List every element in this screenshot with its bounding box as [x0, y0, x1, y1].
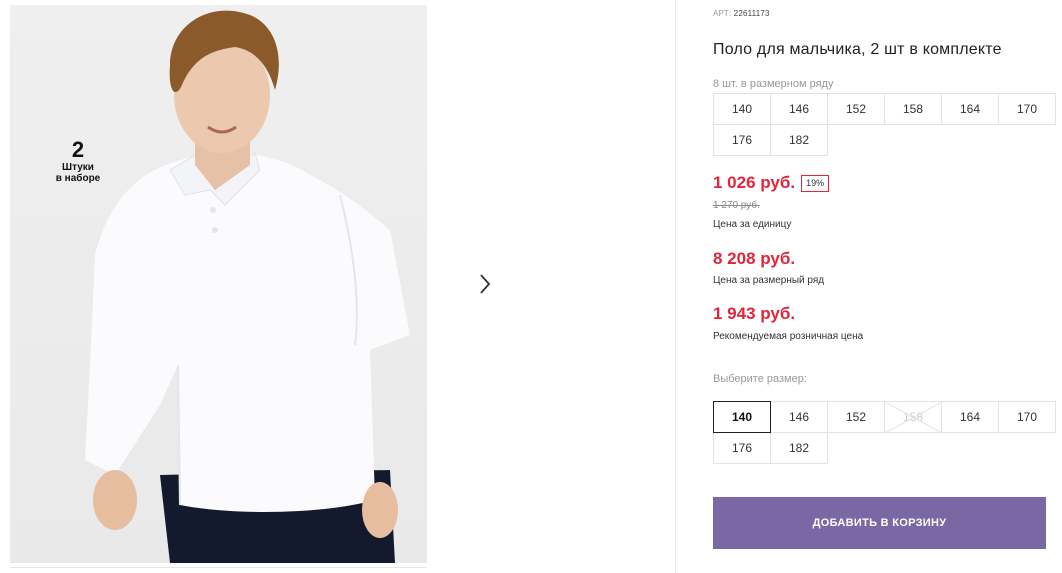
unit-price-label: Цена за единицу — [713, 219, 792, 230]
pieces-label-line1: Штуки — [62, 162, 94, 173]
size-selector-grid: 140 146 152 158 164 170 176 182 — [713, 401, 1056, 464]
size-option-152[interactable]: 152 — [827, 401, 885, 433]
pieces-count: 2 — [71, 137, 85, 162]
old-price: 1 270 руб. — [713, 200, 760, 211]
unit-price-row: 1 026 руб. 19% — [713, 173, 830, 193]
size-option-158: 158 — [884, 401, 942, 433]
boy-in-white-polo-image — [85, 10, 410, 563]
range-price-label: Цена за размерный ряд — [713, 275, 825, 286]
size-option-164[interactable]: 164 — [941, 401, 999, 433]
size-option-140[interactable]: 140 — [713, 401, 771, 433]
size-option-146[interactable]: 146 — [770, 401, 828, 433]
size-option-182[interactable]: 182 — [770, 432, 828, 464]
article-label: АРТ: — [713, 9, 732, 18]
range-size-164: 164 — [941, 93, 999, 125]
pieces-label-line2: в наборе — [55, 173, 101, 184]
chevron-right-icon — [480, 274, 491, 294]
choose-size-label: Выберите размер: — [713, 373, 807, 385]
size-option-176[interactable]: 176 — [713, 432, 771, 464]
product-page: 2 Штуки в наборе АРТ: 22611173 Поло для … — [0, 0, 1062, 573]
size-option-170[interactable]: 170 — [998, 401, 1056, 433]
next-image-button[interactable] — [459, 258, 511, 310]
discount-badge: 19% — [801, 174, 830, 192]
unavailable-cross-icon — [885, 402, 942, 433]
retail-price-label: Рекомендуемая розничная цена — [713, 331, 864, 342]
article-number: АРТ: 22611173 — [713, 9, 770, 18]
size-range-label: 8 шт. в размерном ряду — [713, 78, 834, 90]
size-option-label: 182 — [788, 441, 810, 455]
add-to-cart-button[interactable]: ДОБАВИТЬ В КОРЗИНУ — [713, 497, 1046, 549]
product-title: Поло для мальчика, 2 шт в комплекте — [713, 41, 1002, 58]
size-option-label: 140 — [731, 410, 753, 424]
size-option-label: 170 — [1016, 410, 1038, 424]
range-size-152: 152 — [827, 93, 885, 125]
range-price: 8 208 руб. — [713, 249, 796, 268]
size-range-grid: 140 146 152 158 164 170 176 182 — [713, 93, 1056, 156]
size-option-label: 152 — [845, 410, 867, 424]
size-option-label: 164 — [959, 410, 981, 424]
range-size-176: 176 — [713, 124, 771, 156]
range-size-170: 170 — [998, 93, 1056, 125]
article-value: 22611173 — [733, 9, 770, 18]
retail-price: 1 943 руб. — [713, 304, 796, 323]
range-size-146: 146 — [770, 93, 828, 125]
range-size-140: 140 — [713, 93, 771, 125]
range-size-182: 182 — [770, 124, 828, 156]
range-size-158: 158 — [884, 93, 942, 125]
product-photo[interactable] — [10, 5, 427, 563]
pieces-in-set-badge: 2 Штуки в наборе — [44, 137, 112, 185]
size-option-label: 176 — [731, 441, 753, 455]
product-gallery: 2 Штуки в наборе — [0, 0, 676, 573]
size-option-label: 146 — [788, 410, 810, 424]
gallery-divider — [10, 567, 427, 568]
unit-price: 1 026 руб. — [713, 173, 796, 192]
